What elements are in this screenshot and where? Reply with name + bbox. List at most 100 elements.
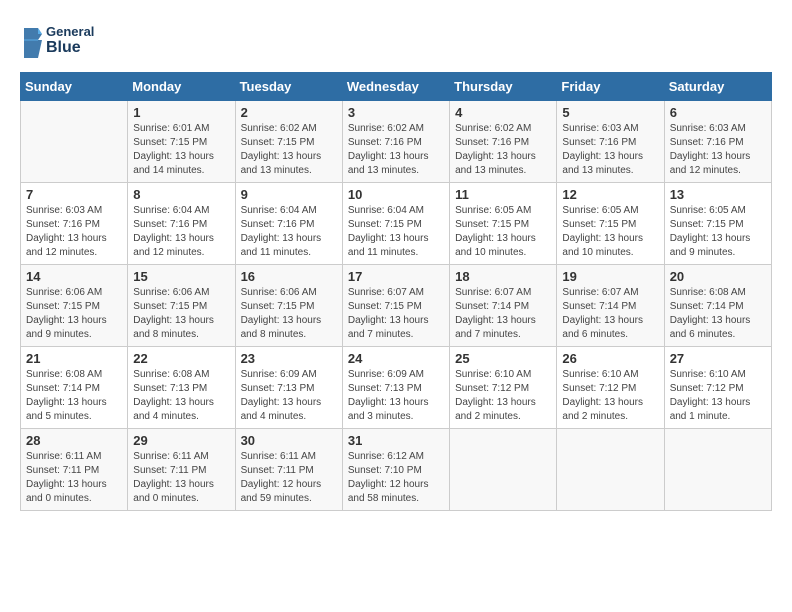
- day-info: Sunrise: 6:03 AMSunset: 7:16 PMDaylight:…: [562, 122, 658, 178]
- day-info: Sunrise: 6:09 AMSunset: 7:13 PMDaylight:…: [241, 368, 337, 424]
- day-number: 1: [133, 105, 229, 120]
- day-info: Sunrise: 6:10 AMSunset: 7:12 PMDaylight:…: [562, 368, 658, 424]
- day-info: Sunrise: 6:01 AMSunset: 7:15 PMDaylight:…: [133, 122, 229, 178]
- day-number: 23: [241, 351, 337, 366]
- day-cell: 12 Sunrise: 6:05 AMSunset: 7:15 PMDayligh…: [557, 183, 664, 265]
- day-cell: 7 Sunrise: 6:03 AMSunset: 7:16 PMDaylight…: [21, 183, 128, 265]
- day-number: 16: [241, 269, 337, 284]
- day-info: Sunrise: 6:11 AMSunset: 7:11 PMDaylight:…: [133, 450, 229, 506]
- col-header-friday: Friday: [557, 73, 664, 101]
- day-cell: [450, 429, 557, 511]
- day-info: Sunrise: 6:11 AMSunset: 7:11 PMDaylight:…: [26, 450, 122, 506]
- day-info: Sunrise: 6:05 AMSunset: 7:15 PMDaylight:…: [670, 204, 766, 260]
- day-number: 3: [348, 105, 444, 120]
- day-info: Sunrise: 6:06 AMSunset: 7:15 PMDaylight:…: [26, 286, 122, 342]
- day-number: 22: [133, 351, 229, 366]
- day-cell: 20Sunrise: 6:08 AMSunset: 7:14 PMDayligh…: [664, 265, 771, 347]
- col-header-sunday: Sunday: [21, 73, 128, 101]
- day-cell: 25 Sunrise: 6:10 AMSunset: 7:12 PMDayligh…: [450, 347, 557, 429]
- day-info: Sunrise: 6:10 AMSunset: 7:12 PMDaylight:…: [455, 368, 551, 424]
- day-number: 21: [26, 351, 122, 366]
- day-number: 6: [670, 105, 766, 120]
- day-number: 13: [670, 187, 766, 202]
- day-cell: 27 Sunrise: 6:10 AMSunset: 7:12 PMDayligh…: [664, 347, 771, 429]
- day-cell: 1 Sunrise: 6:01 AMSunset: 7:15 PMDaylight…: [128, 101, 235, 183]
- day-cell: 2Sunrise: 6:02 AMSunset: 7:15 PMDaylight…: [235, 101, 342, 183]
- day-info: Sunrise: 6:04 AMSunset: 7:16 PMDaylight:…: [241, 204, 337, 260]
- day-info: Sunrise: 6:09 AMSunset: 7:13 PMDaylight:…: [348, 368, 444, 424]
- col-header-tuesday: Tuesday: [235, 73, 342, 101]
- day-cell: 21 Sunrise: 6:08 AMSunset: 7:14 PMDayligh…: [21, 347, 128, 429]
- day-number: 25: [455, 351, 551, 366]
- day-number: 11: [455, 187, 551, 202]
- week-row-1: 1 Sunrise: 6:01 AMSunset: 7:15 PMDaylight…: [21, 101, 772, 183]
- header: General Blue: [20, 20, 772, 62]
- day-cell: 18Sunrise: 6:07 AMSunset: 7:14 PMDayligh…: [450, 265, 557, 347]
- day-cell: 15 Sunrise: 6:06 AMSunset: 7:15 PMDayligh…: [128, 265, 235, 347]
- day-number: 14: [26, 269, 122, 284]
- day-number: 7: [26, 187, 122, 202]
- col-header-saturday: Saturday: [664, 73, 771, 101]
- svg-text:Blue: Blue: [46, 39, 81, 56]
- week-row-5: 28Sunrise: 6:11 AMSunset: 7:11 PMDayligh…: [21, 429, 772, 511]
- day-info: Sunrise: 6:03 AMSunset: 7:16 PMDaylight:…: [26, 204, 122, 260]
- header-row: SundayMondayTuesdayWednesdayThursdayFrid…: [21, 73, 772, 101]
- col-header-wednesday: Wednesday: [342, 73, 449, 101]
- day-cell: 31 Sunrise: 6:12 AMSunset: 7:10 PMDayligh…: [342, 429, 449, 511]
- day-cell: 5 Sunrise: 6:03 AMSunset: 7:16 PMDaylight…: [557, 101, 664, 183]
- day-number: 31: [348, 433, 444, 448]
- day-cell: 3 Sunrise: 6:02 AMSunset: 7:16 PMDaylight…: [342, 101, 449, 183]
- day-number: 27: [670, 351, 766, 366]
- day-info: Sunrise: 6:07 AMSunset: 7:15 PMDaylight:…: [348, 286, 444, 342]
- day-number: 5: [562, 105, 658, 120]
- day-info: Sunrise: 6:10 AMSunset: 7:12 PMDaylight:…: [670, 368, 766, 424]
- day-number: 4: [455, 105, 551, 120]
- day-info: Sunrise: 6:06 AMSunset: 7:15 PMDaylight:…: [133, 286, 229, 342]
- day-info: Sunrise: 6:05 AMSunset: 7:15 PMDaylight:…: [562, 204, 658, 260]
- day-cell: 4 Sunrise: 6:02 AMSunset: 7:16 PMDaylight…: [450, 101, 557, 183]
- day-info: Sunrise: 6:04 AMSunset: 7:15 PMDaylight:…: [348, 204, 444, 260]
- day-cell: 30Sunrise: 6:11 AMSunset: 7:11 PMDayligh…: [235, 429, 342, 511]
- day-cell: 23 Sunrise: 6:09 AMSunset: 7:13 PMDayligh…: [235, 347, 342, 429]
- day-number: 26: [562, 351, 658, 366]
- day-number: 30: [241, 433, 337, 448]
- day-info: Sunrise: 6:08 AMSunset: 7:13 PMDaylight:…: [133, 368, 229, 424]
- day-info: Sunrise: 6:02 AMSunset: 7:16 PMDaylight:…: [348, 122, 444, 178]
- day-cell: [557, 429, 664, 511]
- day-number: 9: [241, 187, 337, 202]
- day-number: 12: [562, 187, 658, 202]
- col-header-monday: Monday: [128, 73, 235, 101]
- day-cell: 29Sunrise: 6:11 AMSunset: 7:11 PMDayligh…: [128, 429, 235, 511]
- day-cell: 10 Sunrise: 6:04 AMSunset: 7:15 PMDayligh…: [342, 183, 449, 265]
- logo-svg: General Blue: [20, 20, 100, 62]
- day-info: Sunrise: 6:04 AMSunset: 7:16 PMDaylight:…: [133, 204, 229, 260]
- day-info: Sunrise: 6:02 AMSunset: 7:15 PMDaylight:…: [241, 122, 337, 178]
- logo: General Blue: [20, 20, 100, 62]
- day-cell: 8 Sunrise: 6:04 AMSunset: 7:16 PMDaylight…: [128, 183, 235, 265]
- day-info: Sunrise: 6:08 AMSunset: 7:14 PMDaylight:…: [26, 368, 122, 424]
- week-row-4: 21 Sunrise: 6:08 AMSunset: 7:14 PMDayligh…: [21, 347, 772, 429]
- svg-text:General: General: [46, 24, 94, 39]
- day-number: 10: [348, 187, 444, 202]
- day-cell: 16Sunrise: 6:06 AMSunset: 7:15 PMDayligh…: [235, 265, 342, 347]
- day-info: Sunrise: 6:07 AMSunset: 7:14 PMDaylight:…: [455, 286, 551, 342]
- day-cell: 24 Sunrise: 6:09 AMSunset: 7:13 PMDayligh…: [342, 347, 449, 429]
- day-number: 8: [133, 187, 229, 202]
- day-number: 15: [133, 269, 229, 284]
- day-cell: 19 Sunrise: 6:07 AMSunset: 7:14 PMDayligh…: [557, 265, 664, 347]
- day-info: Sunrise: 6:08 AMSunset: 7:14 PMDaylight:…: [670, 286, 766, 342]
- day-number: 24: [348, 351, 444, 366]
- day-cell: 17Sunrise: 6:07 AMSunset: 7:15 PMDayligh…: [342, 265, 449, 347]
- day-number: 19: [562, 269, 658, 284]
- day-cell: 11Sunrise: 6:05 AMSunset: 7:15 PMDayligh…: [450, 183, 557, 265]
- day-cell: [664, 429, 771, 511]
- day-info: Sunrise: 6:02 AMSunset: 7:16 PMDaylight:…: [455, 122, 551, 178]
- day-info: Sunrise: 6:03 AMSunset: 7:16 PMDaylight:…: [670, 122, 766, 178]
- day-info: Sunrise: 6:07 AMSunset: 7:14 PMDaylight:…: [562, 286, 658, 342]
- col-header-thursday: Thursday: [450, 73, 557, 101]
- day-cell: 9 Sunrise: 6:04 AMSunset: 7:16 PMDaylight…: [235, 183, 342, 265]
- day-cell: 26 Sunrise: 6:10 AMSunset: 7:12 PMDayligh…: [557, 347, 664, 429]
- day-cell: [21, 101, 128, 183]
- day-info: Sunrise: 6:12 AMSunset: 7:10 PMDaylight:…: [348, 450, 444, 506]
- day-cell: 13 Sunrise: 6:05 AMSunset: 7:15 PMDayligh…: [664, 183, 771, 265]
